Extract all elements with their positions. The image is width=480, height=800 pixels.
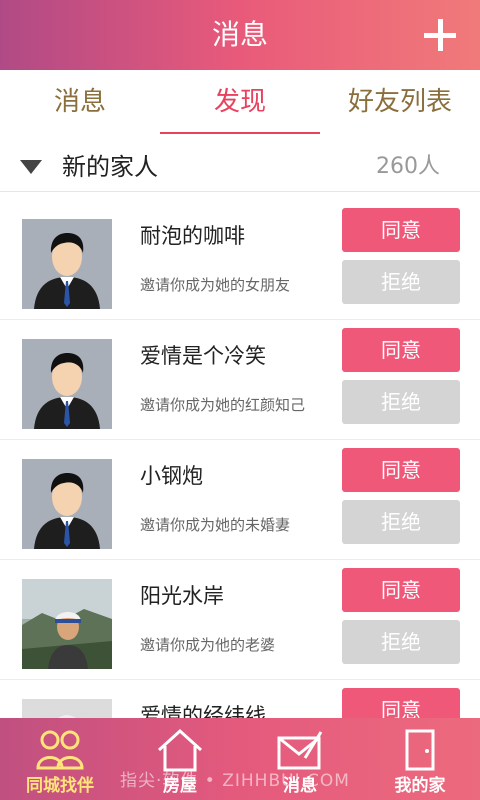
default-avatar-icon xyxy=(22,339,112,429)
agree-button[interactable]: 同意 xyxy=(342,688,460,718)
avatar[interactable] xyxy=(22,699,112,718)
default-avatar-icon xyxy=(22,219,112,309)
group-name: 新的家人 xyxy=(62,153,158,181)
tabbar-label: 同城找伴 xyxy=(26,776,94,796)
page-title: 消息 xyxy=(211,18,268,51)
triangle-down-icon xyxy=(20,160,42,174)
tabbar-item-my-home[interactable]: 我的家 xyxy=(360,718,480,800)
agree-button[interactable]: 同意 xyxy=(342,208,460,252)
request-message: 邀请你成为他的老婆 xyxy=(140,636,276,654)
avatar[interactable] xyxy=(22,339,112,429)
request-message: 邀请你成为她的未婚妻 xyxy=(140,516,291,534)
agree-button[interactable]: 同意 xyxy=(342,568,460,612)
tabbar-item-nearby[interactable]: 同城找伴 xyxy=(0,718,120,800)
requester-name: 小钢炮 xyxy=(140,464,203,488)
list-item: 爱情是个冷笑 邀请你成为她的红颜知己 同意 拒绝 xyxy=(0,320,480,440)
list-item: 小钢炮 邀请你成为她的未婚妻 同意 拒绝 xyxy=(0,440,480,560)
list-item: 耐泡的咖啡 邀请你成为她的女朋友 同意 拒绝 xyxy=(0,200,480,320)
request-message: 邀请你成为她的红颜知己 xyxy=(140,396,306,414)
default-avatar-icon xyxy=(22,459,112,549)
requester-name: 阳光水岸 xyxy=(140,584,224,608)
list-item: 阳光水岸 邀请你成为他的老婆 同意 拒绝 xyxy=(0,560,480,680)
door-icon xyxy=(405,729,435,771)
avatar[interactable] xyxy=(22,459,112,549)
reject-button[interactable]: 拒绝 xyxy=(342,380,460,424)
plus-icon[interactable] xyxy=(422,17,458,53)
request-list: 耐泡的咖啡 邀请你成为她的女朋友 同意 拒绝 爱情是个冷笑 邀请你成为她的红颜知… xyxy=(0,200,480,718)
agree-button[interactable]: 同意 xyxy=(342,448,460,492)
requester-name: 耐泡的咖啡 xyxy=(140,224,245,248)
reject-button[interactable]: 拒绝 xyxy=(342,620,460,664)
people-icon xyxy=(36,730,84,770)
tab-messages[interactable]: 消息 xyxy=(0,70,160,134)
agree-button[interactable]: 同意 xyxy=(342,328,460,372)
active-tab-indicator xyxy=(160,132,320,134)
requester-name: 爱情是个冷笑 xyxy=(140,344,266,368)
tab-discover[interactable]: 发现 xyxy=(160,70,320,134)
tab-friend-list[interactable]: 好友列表 xyxy=(320,70,480,134)
top-bar: 消息 xyxy=(0,0,480,70)
reject-button[interactable]: 拒绝 xyxy=(342,500,460,544)
avatar[interactable] xyxy=(22,219,112,309)
requester-name: 爱情的经纬线 xyxy=(140,704,266,718)
reject-button[interactable]: 拒绝 xyxy=(342,260,460,304)
group-count: 260人 xyxy=(376,154,440,179)
tabbar-label: 我的家 xyxy=(394,776,446,796)
request-message: 邀请你成为她的女朋友 xyxy=(140,276,291,294)
default-avatar-icon xyxy=(22,699,112,718)
group-header-new-family[interactable]: 新的家人 260人 xyxy=(0,142,480,192)
list-item: 爱情的经纬线 同意 xyxy=(0,680,480,718)
photo-avatar-icon xyxy=(22,579,112,669)
watermark: 指尖·软件 • ZIHHBUI.COM xyxy=(120,771,350,791)
avatar[interactable] xyxy=(22,579,112,669)
tab-strip: 消息 发现 好友列表 xyxy=(0,70,480,134)
